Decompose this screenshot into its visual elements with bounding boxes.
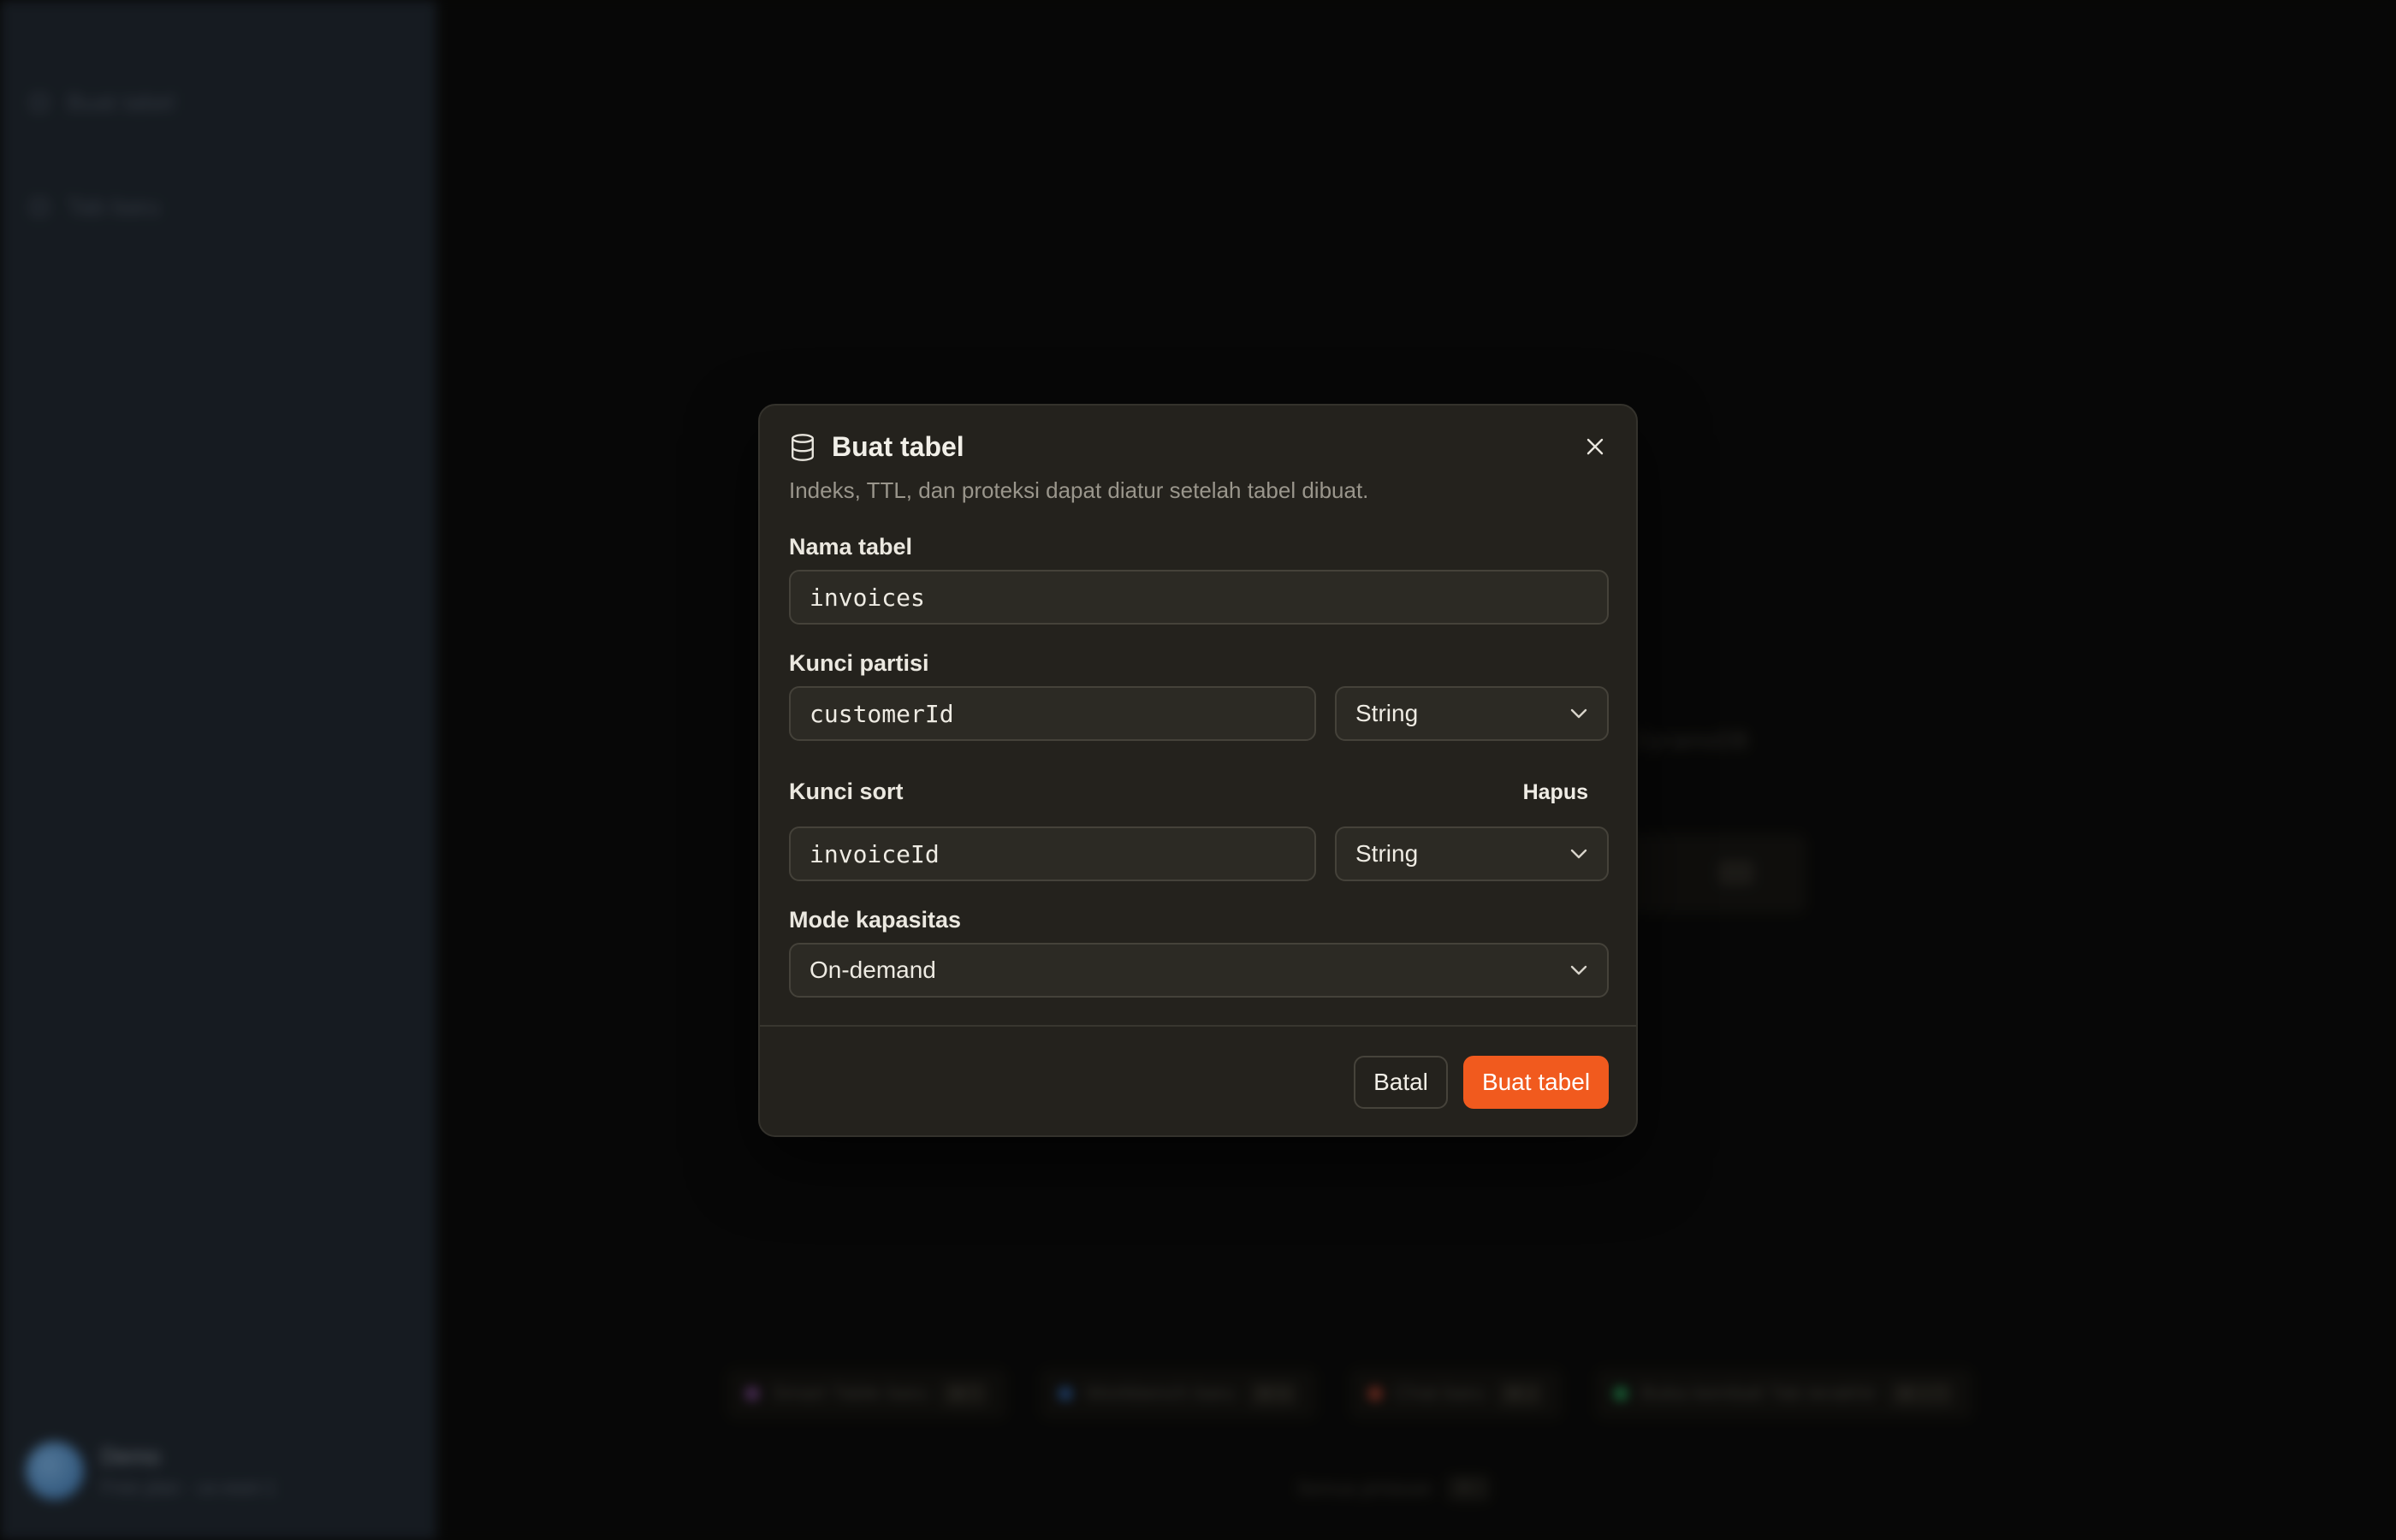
partition-key-type-select[interactable]: String xyxy=(1335,686,1609,741)
table-name-input[interactable]: invoices xyxy=(789,570,1609,625)
dialog-description: Indeks, TTL, dan proteksi dapat diatur s… xyxy=(789,477,1369,503)
sort-key-input[interactable]: invoiceId xyxy=(789,826,1316,881)
capacity-mode-label: Mode kapasitas xyxy=(789,907,962,933)
footer-divider xyxy=(760,1025,1636,1027)
partition-key-value: customerId xyxy=(810,699,954,728)
chevron-down-icon xyxy=(1570,965,1587,975)
chevron-down-icon xyxy=(1570,849,1587,859)
close-icon xyxy=(1586,438,1604,455)
database-icon xyxy=(792,433,814,461)
cancel-button[interactable]: Batal xyxy=(1354,1056,1448,1109)
partition-key-input[interactable]: customerId xyxy=(789,686,1316,741)
table-name-value: invoices xyxy=(810,583,925,612)
dialog-header: Buat tabel xyxy=(789,431,964,463)
table-name-label: Nama tabel xyxy=(789,534,913,560)
create-table-button[interactable]: Buat tabel xyxy=(1463,1056,1609,1109)
partition-key-label: Kunci partisi xyxy=(789,650,929,676)
sort-key-type-select[interactable]: String xyxy=(1335,826,1609,881)
remove-sort-key-button[interactable]: Hapus xyxy=(1523,780,1588,805)
sort-key-label: Kunci sort xyxy=(789,779,904,804)
close-button[interactable] xyxy=(1580,431,1610,462)
capacity-mode-value: On-demand xyxy=(810,957,936,983)
chevron-down-icon xyxy=(1570,708,1587,719)
capacity-mode-select[interactable]: On-demand xyxy=(789,943,1609,998)
create-table-dialog: Buat tabel Indeks, TTL, dan proteksi dap… xyxy=(758,404,1638,1137)
dialog-title: Buat tabel xyxy=(832,431,964,462)
sort-key-type-value: String xyxy=(1355,840,1419,867)
sort-key-value: invoiceId xyxy=(810,839,940,868)
partition-key-type-value: String xyxy=(1355,700,1419,726)
